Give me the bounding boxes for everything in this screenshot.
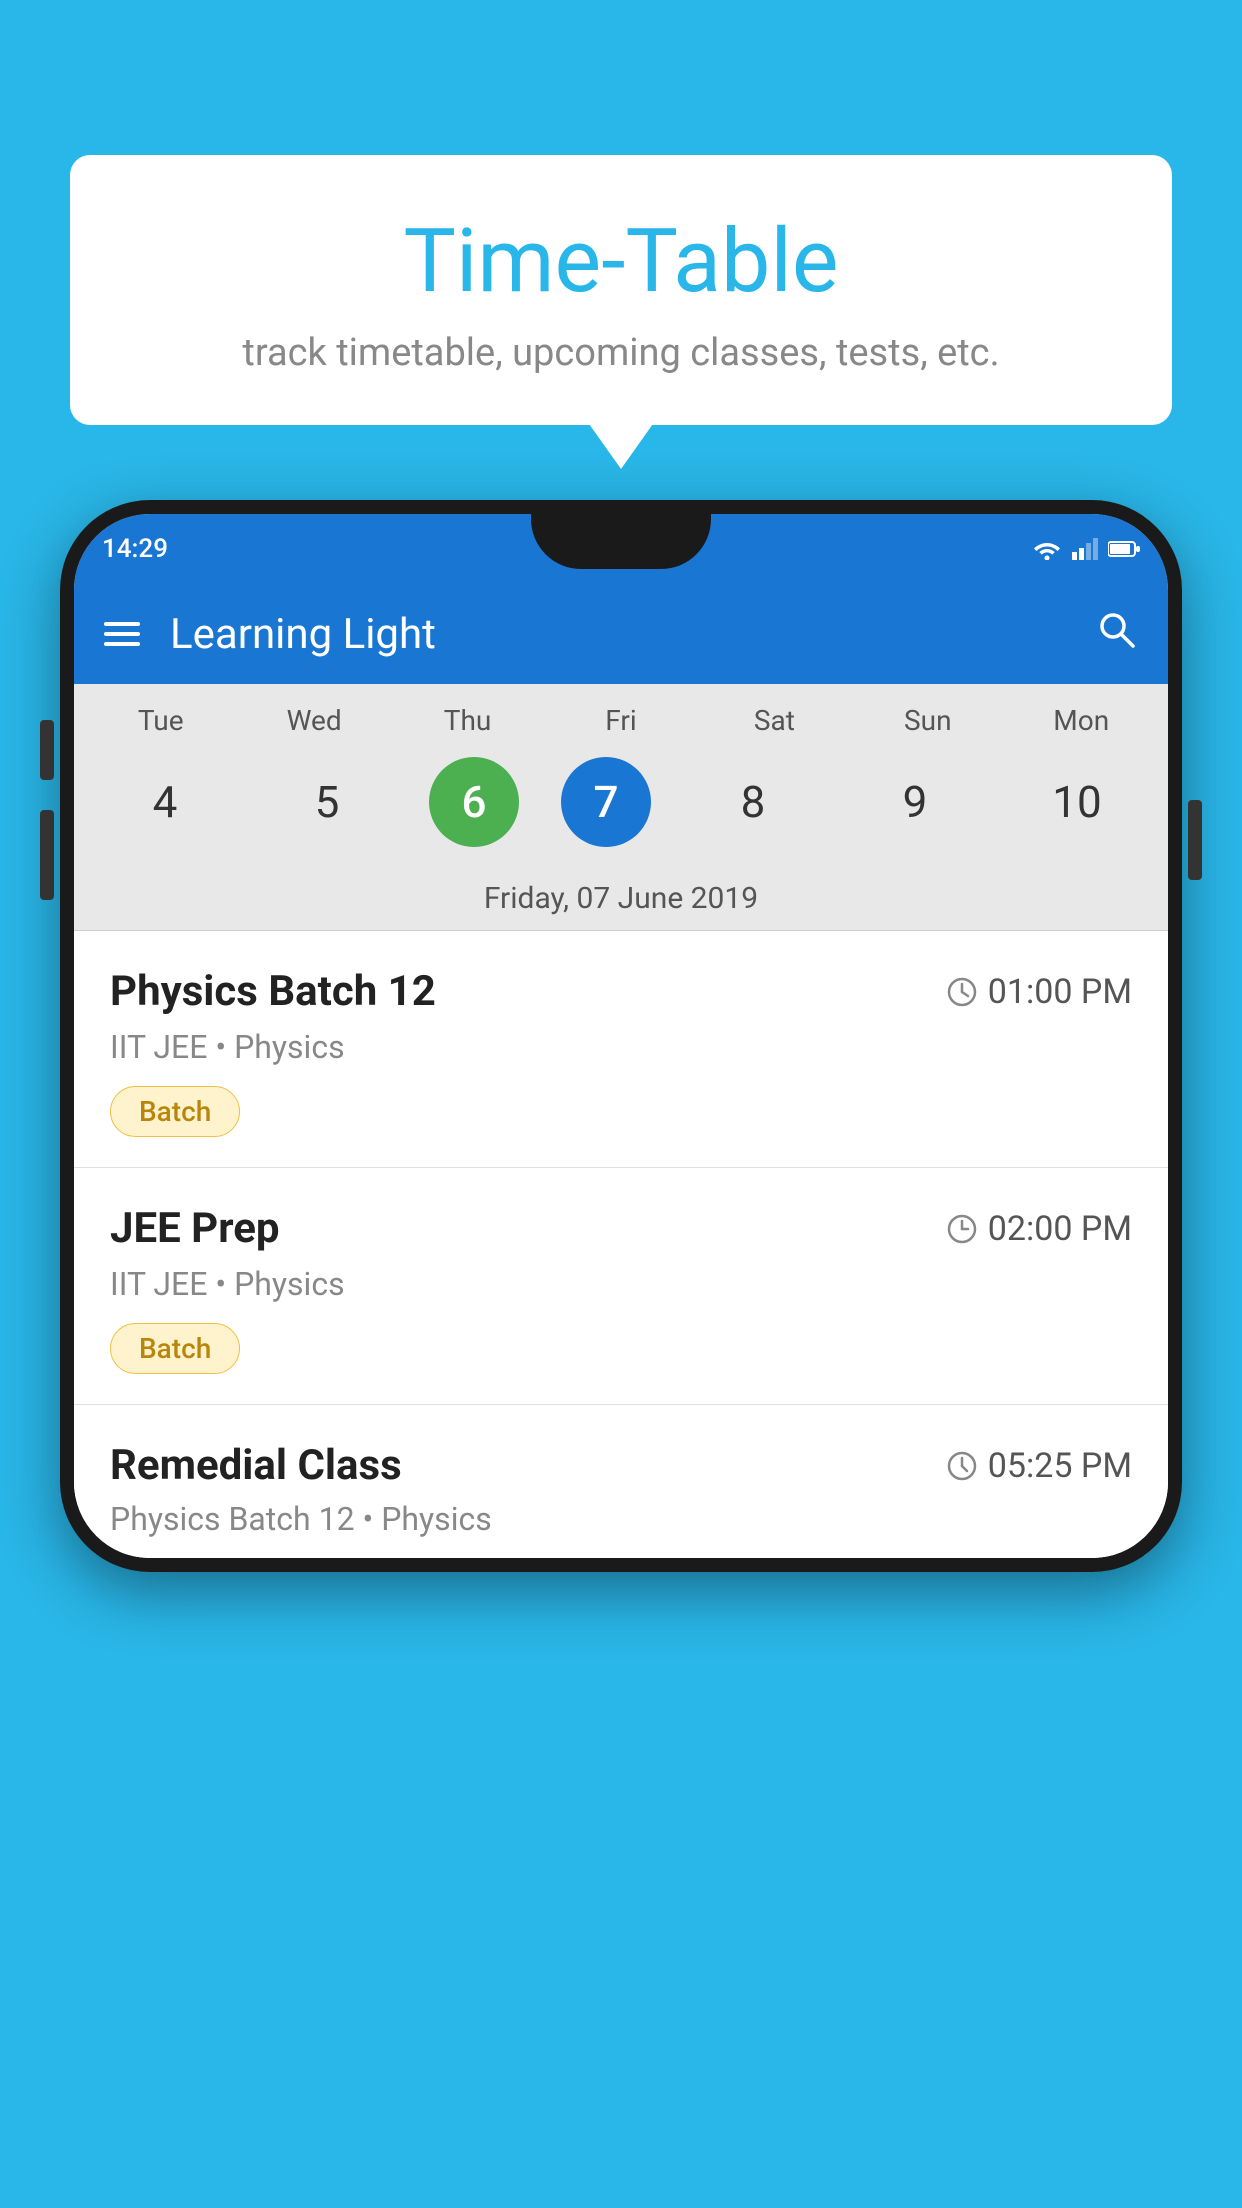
app-title: Learning Light [170,610,1064,659]
schedule-item-1-sub: IIT JEE • Physics [110,1265,1132,1303]
schedule-item-2[interactable]: Remedial Class 05:25 PM Physics Batch 12… [74,1405,1168,1558]
schedule-item-0-badge: Batch [110,1086,240,1137]
signal-icon [1072,538,1098,560]
calendar-date-10[interactable]: 10 [1017,757,1137,847]
clock-icon-1 [946,1213,978,1245]
power-button [1188,800,1202,880]
schedule-item-0[interactable]: Physics Batch 12 01:00 PM IIT JEE • Phys… [74,931,1168,1168]
schedule-item-0-sub: IIT JEE • Physics [110,1028,1132,1066]
hamburger-menu-button[interactable] [104,616,140,652]
search-button[interactable] [1094,607,1138,662]
schedule-item-0-time: 01:00 PM [946,972,1132,1012]
volume-up-button [40,720,54,780]
phone-screen: 14:29 [74,514,1168,1558]
schedule-item-1[interactable]: JEE Prep 02:00 PM IIT JEE • Physics Batc… [74,1168,1168,1405]
battery-icon [1108,539,1140,559]
status-icons [1032,538,1140,560]
tooltip-title: Time-Table [130,210,1112,313]
day-label-sun: Sun [868,704,988,737]
schedule-item-1-badge: Batch [110,1323,240,1374]
schedule-item-1-time-text: 02:00 PM [988,1209,1132,1249]
clock-icon-2 [946,1450,978,1482]
schedule-item-2-sub: Physics Batch 12 • Physics [110,1500,1132,1538]
schedule-item-1-name: JEE Prep [110,1204,280,1253]
calendar-dates: 4 5 6 7 8 9 10 [74,747,1168,867]
day-label-tue: Tue [101,704,221,737]
day-label-mon: Mon [1021,704,1141,737]
clock-icon-0 [946,976,978,1008]
selected-date-label: Friday, 07 June 2019 [74,867,1168,931]
volume-down-button [40,810,54,900]
day-label-thu: Thu [408,704,528,737]
calendar-date-4[interactable]: 4 [105,757,225,847]
day-label-sat: Sat [714,704,834,737]
calendar-date-9[interactable]: 9 [855,757,975,847]
schedule-list: Physics Batch 12 01:00 PM IIT JEE • Phys… [74,931,1168,1558]
calendar-date-7-selected[interactable]: 7 [561,757,651,847]
schedule-item-2-time-text: 05:25 PM [988,1446,1132,1486]
schedule-item-2-name: Remedial Class [110,1441,402,1490]
day-label-fri: Fri [561,704,681,737]
calendar-date-6-today[interactable]: 6 [429,757,519,847]
wifi-icon [1032,538,1062,560]
schedule-item-0-name: Physics Batch 12 [110,967,436,1016]
calendar-date-8[interactable]: 8 [693,757,813,847]
schedule-item-0-time-text: 01:00 PM [988,972,1132,1012]
phone-mockup: 14:29 [60,500,1182,1572]
schedule-item-1-time: 02:00 PM [946,1209,1132,1249]
tooltip-card: Time-Table track timetable, upcoming cla… [70,155,1172,425]
schedule-item-2-time: 05:25 PM [946,1446,1132,1486]
app-bar: Learning Light [74,584,1168,684]
calendar-day-labels: Tue Wed Thu Fri Sat Sun Mon [74,684,1168,747]
status-bar: 14:29 [74,514,1168,584]
status-time: 14:29 [102,534,168,564]
tooltip-subtitle: track timetable, upcoming classes, tests… [130,331,1112,375]
search-icon [1094,607,1138,651]
day-label-wed: Wed [254,704,374,737]
calendar-date-5[interactable]: 5 [267,757,387,847]
phone-notch [531,514,711,569]
